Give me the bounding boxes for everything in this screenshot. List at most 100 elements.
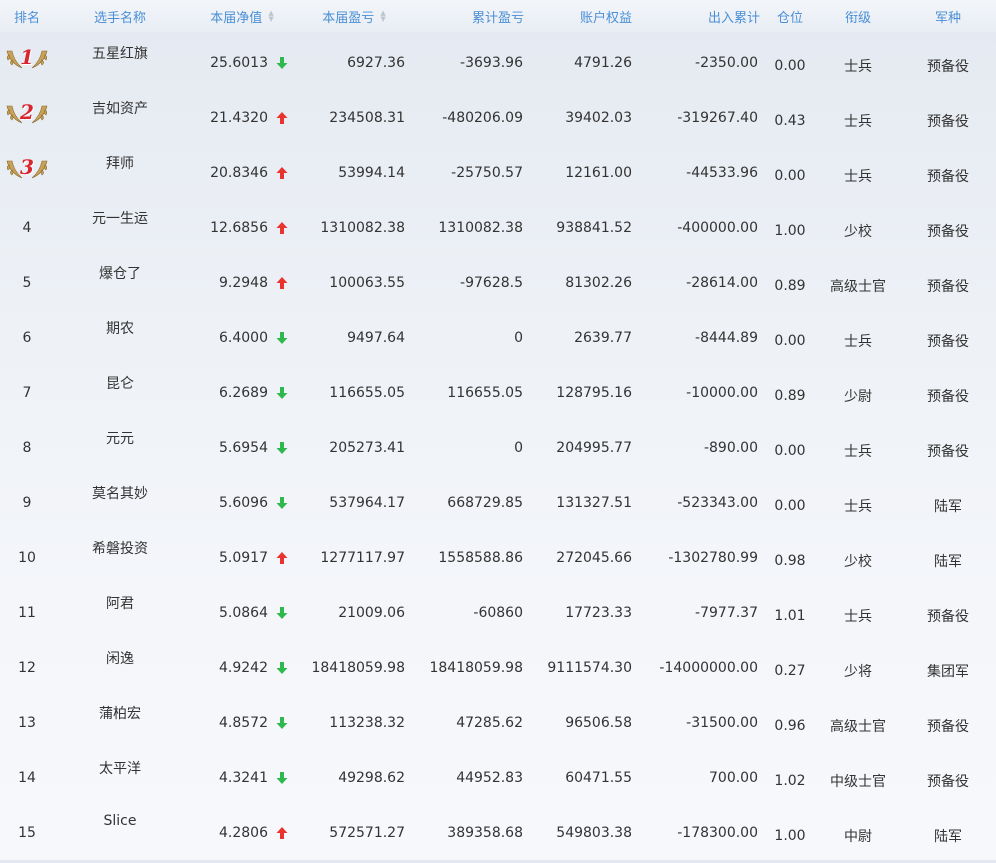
cum-pnl-value: 1558588.86	[438, 549, 523, 566]
nav-cell: 5.6096	[186, 472, 298, 527]
player-name[interactable]: 爆仓了	[54, 252, 186, 307]
position-value: 0.00	[774, 497, 806, 514]
player-name[interactable]: Slice	[54, 802, 186, 857]
table-row[interactable]: 2 吉如资产 21.4320 234508.31 -480206.09 3940…	[0, 87, 996, 142]
equity-value: 128795.16	[556, 384, 632, 401]
cum-pnl-value: -60860	[473, 604, 523, 621]
header-period-pnl[interactable]: 本届盈亏 ▲ ▼	[298, 0, 410, 32]
io-value: -14000000.00	[659, 659, 758, 676]
io-value: -178300.00	[677, 824, 758, 841]
nav-value: 5.6096	[219, 494, 268, 511]
grade-value: 少校	[844, 553, 872, 570]
table-row[interactable]: 10 希磐投资 5.0917 1277117.97 1558588.86 272…	[0, 527, 996, 582]
table-row[interactable]: 8 元元 5.6954 205273.41 0 204995.77 -890.0…	[0, 417, 996, 472]
header-army[interactable]: 军种	[900, 0, 996, 32]
player-name[interactable]: 希磐投资	[54, 527, 186, 582]
player-name[interactable]: 元元	[54, 417, 186, 472]
header-cum-pnl[interactable]: 累计盈亏	[410, 0, 528, 32]
period-pnl-value: 53994.14	[338, 164, 405, 181]
grade-value: 高级士官	[830, 718, 886, 735]
header-io[interactable]: 出入累计	[636, 0, 764, 32]
player-name[interactable]: 元一生运	[54, 197, 186, 252]
arrow-down-icon	[276, 496, 288, 509]
table-row[interactable]: 3 拜师 20.8346 53994.14 -25750.57 12161.00…	[0, 142, 996, 197]
io-value: -44533.96	[686, 164, 758, 181]
cum-pnl-value: 668729.85	[447, 494, 523, 511]
position-value: 0.27	[774, 662, 806, 679]
table-row[interactable]: 9 莫名其妙 5.6096 537964.17 668729.85 131327…	[0, 472, 996, 527]
arrow-up-icon	[276, 276, 288, 289]
header-nav-label: 本届净值	[210, 10, 263, 26]
player-name[interactable]: 五星红旗	[54, 32, 186, 87]
grade-value: 士兵	[844, 333, 872, 350]
io-value: -319267.40	[677, 109, 758, 126]
player-name[interactable]: 蒲柏宏	[54, 692, 186, 747]
nav-cell: 21.4320	[186, 87, 298, 142]
nav-cell: 25.6013	[186, 32, 298, 87]
table-row[interactable]: 11 阿君 5.0864 21009.06 -60860 17723.33 -7…	[0, 582, 996, 637]
table-row[interactable]: 1 五星红旗 25.6013 6927.36 -3693.96 4791.26 …	[0, 32, 996, 87]
player-name[interactable]: 太平洋	[54, 747, 186, 802]
table-row[interactable]: 5 爆仓了 9.2948 100063.55 -97628.5 81302.26…	[0, 252, 996, 307]
header-name[interactable]: 选手名称	[54, 0, 186, 32]
cum-pnl-value: 47285.62	[456, 714, 523, 731]
equity-value: 272045.66	[556, 549, 632, 566]
player-name[interactable]: 昆仑	[54, 362, 186, 417]
header-rank[interactable]: 排名	[0, 0, 54, 32]
army-value: 陆军	[934, 553, 962, 570]
nav-value: 5.0864	[219, 604, 268, 621]
nav-cell: 4.3241	[186, 747, 298, 802]
table-row[interactable]: 13 蒲柏宏 4.8572 113238.32 47285.62 96506.5…	[0, 692, 996, 747]
sort-icon[interactable]: ▲ ▼	[380, 10, 385, 23]
player-name[interactable]: 拜师	[54, 142, 186, 197]
arrow-up-icon	[276, 111, 288, 124]
rank-number: 3	[20, 154, 34, 179]
player-name[interactable]: 阿君	[54, 582, 186, 637]
io-value: -10000.00	[686, 384, 758, 401]
header-equity[interactable]: 账户权益	[528, 0, 636, 32]
io-value: -890.00	[703, 439, 758, 456]
header-period-pnl-label: 本届盈亏	[322, 10, 375, 26]
grade-value: 高级士官	[830, 278, 886, 295]
position-value: 0.89	[774, 277, 806, 294]
player-name[interactable]: 莫名其妙	[54, 472, 186, 527]
arrow-down-icon	[276, 56, 288, 69]
position-value: 0.00	[774, 57, 806, 74]
army-value: 预备役	[927, 773, 969, 790]
table-row[interactable]: 6 期农 6.4000 9497.64 0 2639.77 -8444.89 0…	[0, 307, 996, 362]
io-value: -31500.00	[686, 714, 758, 731]
army-value: 陆军	[934, 498, 962, 515]
nav-value: 5.0917	[219, 549, 268, 566]
rank-number: 12	[18, 659, 36, 676]
period-pnl-value: 1277117.97	[320, 549, 405, 566]
period-pnl-value: 205273.41	[329, 439, 405, 456]
io-value: -1302780.99	[668, 549, 758, 566]
table-row[interactable]: 14 太平洋 4.3241 49298.62 44952.83 60471.55…	[0, 747, 996, 802]
period-pnl-value: 234508.31	[329, 109, 405, 126]
equity-value: 549803.38	[556, 824, 632, 841]
position-value: 0.00	[774, 332, 806, 349]
table-row[interactable]: 7 昆仑 6.2689 116655.05 116655.05 128795.1…	[0, 362, 996, 417]
player-name[interactable]: 期农	[54, 307, 186, 362]
equity-value: 2639.77	[574, 329, 632, 346]
equity-value: 204995.77	[556, 439, 632, 456]
player-name[interactable]: 闲逸	[54, 637, 186, 692]
table-row[interactable]: 15 Slice 4.2806 572571.27 389358.68 5498…	[0, 802, 996, 857]
position-value: 0.98	[774, 552, 806, 569]
cum-pnl-value: -97628.5	[460, 274, 523, 291]
header-position[interactable]: 仓位	[764, 0, 816, 32]
nav-cell: 4.2806	[186, 802, 298, 857]
army-value: 预备役	[927, 388, 969, 405]
army-value: 预备役	[927, 58, 969, 75]
sort-icon[interactable]: ▲ ▼	[268, 10, 273, 23]
header-grade[interactable]: 衔级	[816, 0, 900, 32]
position-value: 0.89	[774, 387, 806, 404]
equity-value: 12161.00	[565, 164, 632, 181]
table-row[interactable]: 12 闲逸 4.9242 18418059.98 18418059.98 911…	[0, 637, 996, 692]
rank-number: 10	[18, 549, 36, 566]
rank-cell: 3	[0, 142, 54, 197]
player-name[interactable]: 吉如资产	[54, 87, 186, 142]
table-row[interactable]: 4 元一生运 12.6856 1310082.38 1310082.38 938…	[0, 197, 996, 252]
header-nav[interactable]: 本届净值 ▲ ▼	[186, 0, 298, 32]
io-value: -523343.00	[677, 494, 758, 511]
